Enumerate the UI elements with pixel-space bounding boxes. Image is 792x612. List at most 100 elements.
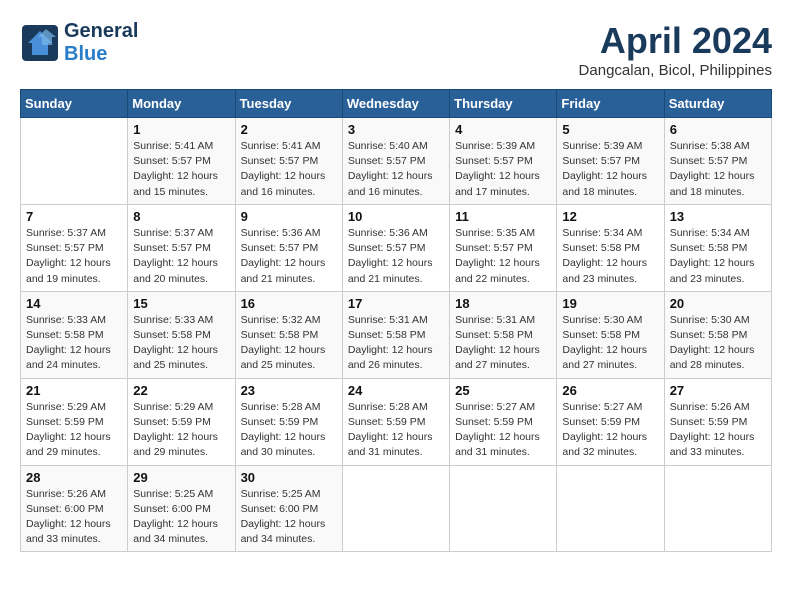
- day-info: Sunrise: 5:29 AM Sunset: 5:59 PM Dayligh…: [133, 400, 229, 461]
- day-info: Sunrise: 5:27 AM Sunset: 5:59 PM Dayligh…: [455, 400, 551, 461]
- day-number: 3: [348, 122, 444, 137]
- day-number: 28: [26, 470, 122, 485]
- day-cell: 16 Sunrise: 5:32 AM Sunset: 5:58 PM Dayli…: [235, 291, 342, 378]
- calendar-body: 1 Sunrise: 5:41 AM Sunset: 5:57 PM Daylig…: [21, 118, 772, 552]
- day-number: 25: [455, 383, 551, 398]
- day-cell: 26Sunrise: 5:27 AM Sunset: 5:59 PM Dayli…: [557, 378, 664, 465]
- week-row-4: 21 Sunrise: 5:29 AM Sunset: 5:59 PM Dayli…: [21, 378, 772, 465]
- day-cell: 6Sunrise: 5:38 AM Sunset: 5:57 PM Daylig…: [664, 118, 771, 205]
- day-info: Sunrise: 5:38 AM Sunset: 5:57 PM Dayligh…: [670, 139, 766, 200]
- day-info: Sunrise: 5:39 AM Sunset: 5:57 PM Dayligh…: [562, 139, 658, 200]
- day-cell: 11Sunrise: 5:35 AM Sunset: 5:57 PM Dayli…: [450, 204, 557, 291]
- day-cell: 8 Sunrise: 5:37 AM Sunset: 5:57 PM Daylig…: [128, 204, 235, 291]
- day-info: Sunrise: 5:33 AM Sunset: 5:58 PM Dayligh…: [26, 313, 122, 374]
- page-header: General Blue April 2024 Dangcalan, Bicol…: [20, 20, 772, 79]
- day-cell: 5Sunrise: 5:39 AM Sunset: 5:57 PM Daylig…: [557, 118, 664, 205]
- day-info: Sunrise: 5:28 AM Sunset: 5:59 PM Dayligh…: [241, 400, 337, 461]
- title-block: April 2024 Dangcalan, Bicol, Philippines: [579, 20, 772, 79]
- day-cell: 27 Sunrise: 5:26 AM Sunset: 5:59 PM Dayli…: [664, 378, 771, 465]
- day-number: 17: [348, 296, 444, 311]
- day-cell: 19 Sunrise: 5:30 AM Sunset: 5:58 PM Dayli…: [557, 291, 664, 378]
- day-number: 15: [133, 296, 229, 311]
- day-number: 20: [670, 296, 766, 311]
- day-info: Sunrise: 5:34 AM Sunset: 5:58 PM Dayligh…: [670, 226, 766, 287]
- day-number: 24: [348, 383, 444, 398]
- day-info: Sunrise: 5:36 AM Sunset: 5:57 PM Dayligh…: [241, 226, 337, 287]
- day-info: Sunrise: 5:31 AM Sunset: 5:58 PM Dayligh…: [455, 313, 551, 374]
- day-info: Sunrise: 5:26 AM Sunset: 5:59 PM Dayligh…: [670, 400, 766, 461]
- day-cell: [557, 465, 664, 552]
- day-cell: [342, 465, 449, 552]
- week-row-1: 1 Sunrise: 5:41 AM Sunset: 5:57 PM Daylig…: [21, 118, 772, 205]
- col-tuesday: Tuesday: [235, 90, 342, 118]
- day-cell: [664, 465, 771, 552]
- week-row-3: 14 Sunrise: 5:33 AM Sunset: 5:58 PM Dayli…: [21, 291, 772, 378]
- month-title: April 2024: [579, 20, 772, 62]
- header-row: Sunday Monday Tuesday Wednesday Thursday…: [21, 90, 772, 118]
- day-number: 23: [241, 383, 337, 398]
- day-cell: 14 Sunrise: 5:33 AM Sunset: 5:58 PM Dayli…: [21, 291, 128, 378]
- day-cell: 30Sunrise: 5:25 AM Sunset: 6:00 PM Dayli…: [235, 465, 342, 552]
- day-info: Sunrise: 5:27 AM Sunset: 5:59 PM Dayligh…: [562, 400, 658, 461]
- day-info: Sunrise: 5:37 AM Sunset: 5:57 PM Dayligh…: [133, 226, 229, 287]
- day-number: 16: [241, 296, 337, 311]
- day-cell: 1 Sunrise: 5:41 AM Sunset: 5:57 PM Daylig…: [128, 118, 235, 205]
- day-info: Sunrise: 5:30 AM Sunset: 5:58 PM Dayligh…: [562, 313, 658, 374]
- col-monday: Monday: [128, 90, 235, 118]
- day-info: Sunrise: 5:36 AM Sunset: 5:57 PM Dayligh…: [348, 226, 444, 287]
- day-number: 7: [26, 209, 122, 224]
- day-info: Sunrise: 5:25 AM Sunset: 6:00 PM Dayligh…: [133, 487, 229, 548]
- week-row-5: 28Sunrise: 5:26 AM Sunset: 6:00 PM Dayli…: [21, 465, 772, 552]
- logo-blue-text: Blue: [64, 43, 138, 66]
- day-info: Sunrise: 5:29 AM Sunset: 5:59 PM Dayligh…: [26, 400, 122, 461]
- day-cell: 15Sunrise: 5:33 AM Sunset: 5:58 PM Dayli…: [128, 291, 235, 378]
- day-cell: 9Sunrise: 5:36 AM Sunset: 5:57 PM Daylig…: [235, 204, 342, 291]
- day-cell: 3 Sunrise: 5:40 AM Sunset: 5:57 PM Daylig…: [342, 118, 449, 205]
- day-cell: 2 Sunrise: 5:41 AM Sunset: 5:57 PM Daylig…: [235, 118, 342, 205]
- day-info: Sunrise: 5:40 AM Sunset: 5:57 PM Dayligh…: [348, 139, 444, 200]
- day-number: 21: [26, 383, 122, 398]
- day-cell: 7 Sunrise: 5:37 AM Sunset: 5:57 PM Daylig…: [21, 204, 128, 291]
- day-info: Sunrise: 5:37 AM Sunset: 5:57 PM Dayligh…: [26, 226, 122, 287]
- day-number: 29: [133, 470, 229, 485]
- day-info: Sunrise: 5:41 AM Sunset: 5:57 PM Dayligh…: [133, 139, 229, 200]
- calendar-header: Sunday Monday Tuesday Wednesday Thursday…: [21, 90, 772, 118]
- day-cell: [450, 465, 557, 552]
- day-cell: 21 Sunrise: 5:29 AM Sunset: 5:59 PM Dayli…: [21, 378, 128, 465]
- day-number: 2: [241, 122, 337, 137]
- day-number: 18: [455, 296, 551, 311]
- day-info: Sunrise: 5:31 AM Sunset: 5:58 PM Dayligh…: [348, 313, 444, 374]
- col-wednesday: Wednesday: [342, 90, 449, 118]
- logo-text-block: General Blue: [64, 20, 138, 66]
- logo-icon: [20, 23, 60, 63]
- day-info: Sunrise: 5:32 AM Sunset: 5:58 PM Dayligh…: [241, 313, 337, 374]
- day-info: Sunrise: 5:35 AM Sunset: 5:57 PM Dayligh…: [455, 226, 551, 287]
- col-friday: Friday: [557, 90, 664, 118]
- day-number: 12: [562, 209, 658, 224]
- day-info: Sunrise: 5:41 AM Sunset: 5:57 PM Dayligh…: [241, 139, 337, 200]
- day-cell: 4 Sunrise: 5:39 AM Sunset: 5:57 PM Daylig…: [450, 118, 557, 205]
- logo: General Blue: [20, 20, 138, 66]
- day-cell: [21, 118, 128, 205]
- day-number: 27: [670, 383, 766, 398]
- day-cell: 13 Sunrise: 5:34 AM Sunset: 5:58 PM Dayli…: [664, 204, 771, 291]
- day-info: Sunrise: 5:39 AM Sunset: 5:57 PM Dayligh…: [455, 139, 551, 200]
- day-cell: 20Sunrise: 5:30 AM Sunset: 5:58 PM Dayli…: [664, 291, 771, 378]
- col-thursday: Thursday: [450, 90, 557, 118]
- day-number: 4: [455, 122, 551, 137]
- day-cell: 25 Sunrise: 5:27 AM Sunset: 5:59 PM Dayli…: [450, 378, 557, 465]
- day-cell: 18 Sunrise: 5:31 AM Sunset: 5:58 PM Dayli…: [450, 291, 557, 378]
- logo-container: General Blue: [20, 20, 138, 66]
- day-number: 1: [133, 122, 229, 137]
- col-saturday: Saturday: [664, 90, 771, 118]
- day-cell: 24 Sunrise: 5:28 AM Sunset: 5:59 PM Dayli…: [342, 378, 449, 465]
- day-info: Sunrise: 5:25 AM Sunset: 6:00 PM Dayligh…: [241, 487, 337, 548]
- day-info: Sunrise: 5:34 AM Sunset: 5:58 PM Dayligh…: [562, 226, 658, 287]
- day-info: Sunrise: 5:28 AM Sunset: 5:59 PM Dayligh…: [348, 400, 444, 461]
- col-sunday: Sunday: [21, 90, 128, 118]
- day-number: 19: [562, 296, 658, 311]
- day-number: 14: [26, 296, 122, 311]
- day-cell: 17 Sunrise: 5:31 AM Sunset: 5:58 PM Dayli…: [342, 291, 449, 378]
- day-number: 13: [670, 209, 766, 224]
- day-number: 8: [133, 209, 229, 224]
